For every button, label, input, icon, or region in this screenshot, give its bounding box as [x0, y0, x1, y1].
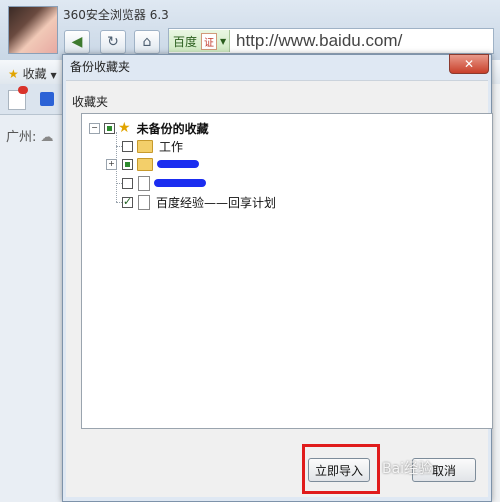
tree-item-label: 百度经验——回享计划 — [156, 195, 277, 210]
browser-title: 360安全浏览器 6.3 — [63, 8, 169, 22]
redaction-mark — [157, 160, 199, 168]
section-label: 收藏夹 — [72, 95, 109, 109]
refresh-button[interactable]: ↻ — [100, 30, 126, 54]
watermark: Bai经验 — [382, 461, 433, 477]
chevron-down-icon: ▼ — [220, 36, 227, 46]
item-checkbox[interactable] — [122, 140, 133, 152]
close-button[interactable]: ✕ — [449, 54, 489, 74]
item-checkbox[interactable] — [122, 158, 133, 170]
favorites-tree[interactable]: − ★ 未备份的收藏 工作 + 百度经验——回享计划 — [81, 113, 493, 429]
certificate-indicator[interactable]: 百度 证 ▼ — [169, 30, 230, 52]
highlight-annotation — [302, 444, 380, 494]
item-checkbox[interactable] — [122, 177, 133, 189]
star-icon: ★ — [118, 120, 131, 136]
cert-label: 百度 — [173, 34, 198, 49]
refresh-icon: ↻ — [107, 34, 119, 50]
home-icon: ⌂ — [142, 34, 152, 50]
document-icon — [138, 175, 150, 191]
folder-icon — [137, 157, 153, 171]
weather-city-label: 广州: — [6, 130, 37, 145]
collapse-icon[interactable]: − — [89, 122, 100, 134]
folder-icon — [137, 139, 153, 153]
tree-root-label: 未备份的收藏 — [136, 121, 209, 136]
bookmarks-menu[interactable]: ★ 收藏 ▼ — [8, 65, 57, 82]
close-icon: ✕ — [463, 57, 475, 71]
cancel-button-label: 取消 — [431, 463, 456, 478]
arrow-left-icon: ◀ — [71, 34, 83, 50]
cert-badge: 证 — [201, 32, 218, 50]
expand-icon[interactable]: + — [106, 158, 117, 170]
cloud-icon: ☁ — [40, 130, 54, 145]
item-checkbox[interactable] — [122, 195, 133, 208]
tree-item-redacted-doc[interactable] — [122, 174, 206, 192]
url-text[interactable]: http://www.baidu.com/ — [236, 31, 402, 51]
dialog-title: 备份收藏夹 — [70, 60, 131, 74]
root-checkbox[interactable] — [104, 122, 115, 134]
baidu-paw-icon[interactable] — [40, 92, 54, 106]
chevron-down-icon: ▼ — [50, 71, 57, 80]
tree-item-label: 工作 — [159, 139, 184, 154]
document-icon — [138, 194, 150, 210]
tree-item-work[interactable]: 工作 — [122, 137, 183, 155]
notification-badge — [18, 86, 28, 94]
tree-item-baidu[interactable]: 百度经验——回享计划 — [122, 193, 276, 211]
home-button[interactable]: ⌂ — [134, 30, 160, 54]
weather-city[interactable]: 广州: ☁ — [6, 126, 54, 145]
back-button[interactable]: ◀ — [64, 30, 90, 54]
star-icon: ★ — [8, 67, 19, 81]
tree-root-row[interactable]: − ★ 未备份的收藏 — [89, 119, 209, 137]
bookmarks-label: 收藏 — [22, 67, 47, 81]
redaction-mark — [154, 179, 206, 187]
address-bar[interactable]: 百度 证 ▼ http://www.baidu.com/ — [168, 28, 494, 54]
tree-item-redacted-folder[interactable]: + — [106, 155, 199, 173]
user-avatar[interactable] — [8, 6, 58, 54]
